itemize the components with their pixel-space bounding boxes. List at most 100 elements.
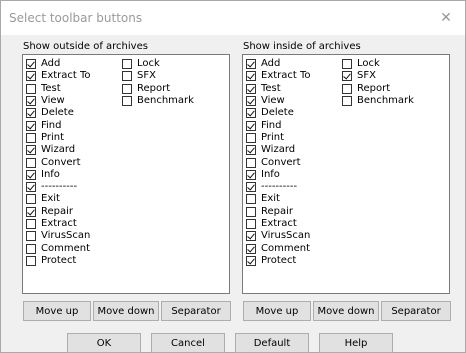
inside-separator-button[interactable]: Separator: [381, 301, 451, 321]
list-item[interactable]: Extract To: [246, 70, 311, 82]
checkbox-checked[interactable]: [246, 83, 256, 94]
list-item[interactable]: Exit: [246, 193, 311, 205]
list-item[interactable]: Repair: [246, 206, 311, 218]
list-item[interactable]: ----------: [26, 181, 91, 193]
list-item[interactable]: Benchmark: [342, 95, 414, 107]
checkbox-unchecked[interactable]: [342, 96, 352, 107]
outside-separator-button[interactable]: Separator: [161, 301, 231, 321]
list-item[interactable]: Convert: [246, 156, 311, 168]
checkbox-checked[interactable]: [246, 96, 256, 107]
list-item[interactable]: Extract: [26, 218, 91, 230]
checkbox-unchecked[interactable]: [26, 157, 36, 168]
list-item[interactable]: View: [26, 95, 91, 107]
list-item[interactable]: Add: [246, 58, 311, 70]
list-item[interactable]: SFX: [122, 70, 194, 82]
inside-button-list[interactable]: Add Extract To Test View Delete Find Print Wiza…: [242, 54, 450, 294]
checkbox-unchecked[interactable]: [26, 255, 36, 266]
list-item-label: Repair: [261, 205, 294, 217]
list-item[interactable]: Comment: [246, 242, 311, 254]
checkbox-unchecked[interactable]: [246, 194, 256, 205]
list-item[interactable]: Lock: [342, 58, 414, 70]
checkbox-checked[interactable]: [26, 182, 36, 193]
list-item-label: Info: [41, 168, 60, 180]
help-button[interactable]: Help: [319, 333, 393, 353]
checkbox-unchecked[interactable]: [246, 219, 256, 229]
checkbox-checked[interactable]: [26, 120, 36, 131]
checkbox-unchecked[interactable]: [342, 83, 352, 94]
checkbox-unchecked[interactable]: [122, 83, 132, 94]
checkbox-unchecked[interactable]: [26, 132, 36, 143]
ok-button[interactable]: OK: [67, 333, 141, 353]
list-item[interactable]: Delete: [26, 107, 91, 119]
checkbox-unchecked[interactable]: [122, 71, 132, 82]
list-item[interactable]: Repair: [26, 206, 91, 218]
checkbox-unchecked[interactable]: [246, 206, 256, 217]
checkbox-unchecked[interactable]: [122, 96, 132, 107]
checkbox-unchecked[interactable]: [342, 59, 352, 70]
default-button[interactable]: Default: [235, 333, 309, 353]
checkbox-checked[interactable]: [246, 243, 256, 254]
checkbox-checked[interactable]: [26, 206, 36, 217]
checkbox-unchecked[interactable]: [122, 59, 132, 70]
checkbox-checked[interactable]: [342, 71, 352, 82]
checkbox-unchecked[interactable]: [26, 243, 36, 254]
checkbox-checked[interactable]: [26, 169, 36, 180]
outside-button-list[interactable]: Add Extract To Test View Delete Find Print Wiza…: [22, 54, 230, 294]
list-item[interactable]: Wizard: [26, 144, 91, 156]
checkbox-checked[interactable]: [246, 231, 256, 242]
checkbox-checked[interactable]: [26, 108, 36, 119]
list-item[interactable]: Report: [342, 83, 414, 95]
list-item[interactable]: VirusScan: [246, 230, 311, 242]
cancel-button[interactable]: Cancel: [151, 333, 225, 353]
checkbox-checked[interactable]: [246, 71, 256, 82]
checkbox-checked[interactable]: [246, 59, 256, 70]
checkbox-checked[interactable]: [246, 145, 256, 156]
checkbox-checked[interactable]: [246, 182, 256, 193]
checkbox-checked[interactable]: [246, 169, 256, 180]
list-item[interactable]: Print: [246, 132, 311, 144]
checkbox-checked[interactable]: [246, 120, 256, 131]
inside-list-col1: Add Extract To Test View Delete Find Print Wiza…: [246, 58, 311, 267]
list-item[interactable]: Info: [26, 169, 91, 181]
checkbox-unchecked[interactable]: [246, 157, 256, 168]
checkbox-unchecked[interactable]: [26, 231, 36, 242]
list-item[interactable]: Convert: [26, 156, 91, 168]
checkbox-unchecked[interactable]: [26, 219, 36, 229]
list-item[interactable]: Test: [246, 83, 311, 95]
list-item[interactable]: Benchmark: [122, 95, 194, 107]
list-item[interactable]: ----------: [246, 181, 311, 193]
list-item[interactable]: SFX: [342, 70, 414, 82]
outside-move-up-button[interactable]: Move up: [23, 301, 91, 321]
checkbox-checked[interactable]: [26, 145, 36, 156]
list-item[interactable]: Report: [122, 83, 194, 95]
list-item[interactable]: Find: [246, 119, 311, 131]
list-item[interactable]: Add: [26, 58, 91, 70]
checkbox-unchecked[interactable]: [26, 83, 36, 94]
list-item[interactable]: Exit: [26, 193, 91, 205]
checkbox-checked[interactable]: [246, 255, 256, 266]
list-item[interactable]: Find: [26, 119, 91, 131]
checkbox-checked[interactable]: [26, 59, 36, 70]
list-item[interactable]: Extract: [246, 218, 311, 230]
list-item[interactable]: Protect: [26, 255, 91, 267]
list-item[interactable]: Comment: [26, 242, 91, 254]
list-item[interactable]: Test: [26, 83, 91, 95]
checkbox-checked[interactable]: [26, 71, 36, 82]
checkbox-unchecked[interactable]: [246, 132, 256, 143]
list-item[interactable]: Extract To: [26, 70, 91, 82]
list-item[interactable]: Print: [26, 132, 91, 144]
list-item[interactable]: Info: [246, 169, 311, 181]
checkbox-unchecked[interactable]: [26, 194, 36, 205]
list-item[interactable]: Lock: [122, 58, 194, 70]
list-item[interactable]: Delete: [246, 107, 311, 119]
list-item[interactable]: Protect: [246, 255, 311, 267]
checkbox-checked[interactable]: [26, 96, 36, 107]
list-item[interactable]: View: [246, 95, 311, 107]
close-icon[interactable]: ✕: [435, 7, 457, 29]
inside-move-down-button[interactable]: Move down: [313, 301, 379, 321]
list-item[interactable]: VirusScan: [26, 230, 91, 242]
list-item[interactable]: Wizard: [246, 144, 311, 156]
checkbox-checked[interactable]: [246, 108, 256, 119]
outside-move-down-button[interactable]: Move down: [93, 301, 159, 321]
inside-move-up-button[interactable]: Move up: [243, 301, 311, 321]
